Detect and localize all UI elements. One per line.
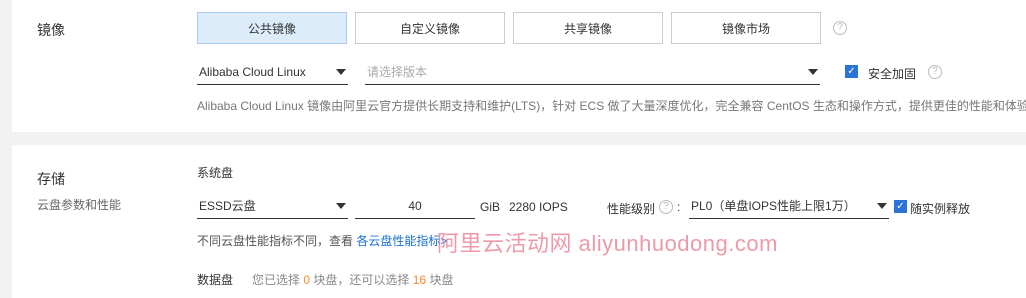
release-label: 随实例释放 — [910, 202, 971, 216]
version-select-placeholder: 请选择版本 — [367, 65, 428, 79]
data-disk-text-2: 块盘，还可以选择 — [313, 273, 410, 287]
storage-subtitle: 云盘参数和性能 — [37, 198, 122, 212]
data-disk-label: 数据盘 — [197, 273, 234, 287]
version-select[interactable]: 请选择版本 — [365, 59, 820, 85]
perf-level-colon: : — [677, 200, 681, 214]
watermark: 阿里云活动网 aliyunhuodong.com — [437, 231, 778, 256]
image-description: Alibaba Cloud Linux 镜像由阿里云官方提供长期支持和维护(LT… — [197, 99, 1026, 113]
tab-custom-image[interactable]: 自定义镜像 — [355, 12, 505, 44]
data-disk-info: 您已选择 0 块盘，还可以选择 16 块盘 — [252, 271, 453, 288]
disk-type-value: ESSD云盘 — [199, 199, 256, 213]
disk-hint-text: 不同云盘性能指标不同，查看 — [197, 234, 354, 248]
security-help-icon[interactable]: ? — [928, 65, 942, 79]
storage-section: 存储 云盘参数和性能 系统盘 ESSD云盘 40 GiB 2280 IOPS 性… — [12, 145, 1026, 298]
perf-level-label: 性能级别 — [607, 202, 656, 216]
disk-iops: 2280 IOPS — [509, 200, 568, 214]
os-select[interactable]: Alibaba Cloud Linux — [197, 59, 348, 85]
os-select-value: Alibaba Cloud Linux — [199, 64, 306, 79]
image-section: 镜像 公共镜像 自定义镜像 共享镜像 镜像市场 ? Alibaba Cloud … — [12, 0, 1026, 132]
security-checkbox[interactable]: ✓ — [845, 65, 858, 78]
data-disk-text-3: 块盘 — [429, 273, 454, 287]
tab-shared-image[interactable]: 共享镜像 — [513, 12, 663, 44]
image-section-title: 镜像 — [37, 22, 65, 38]
tab-image-market[interactable]: 镜像市场 — [671, 12, 821, 44]
data-disk-text-1: 您已选择 — [252, 273, 301, 287]
data-disk-remaining: 16 — [412, 273, 427, 287]
chevron-down-icon — [336, 203, 346, 209]
chevron-down-icon — [808, 69, 818, 75]
image-help-icon[interactable]: ? — [833, 21, 847, 35]
perf-level-value: PL0（单盘IOPS性能上限1万） — [691, 199, 856, 213]
disk-hint-link[interactable]: 各云盘性能指标> — [356, 234, 447, 248]
chevron-down-icon — [877, 203, 887, 209]
storage-section-title: 存储 — [37, 171, 65, 187]
tab-public-image[interactable]: 公共镜像 — [197, 12, 347, 44]
disk-size-input[interactable]: 40 — [355, 193, 475, 219]
perf-level-select[interactable]: PL0（单盘IOPS性能上限1万） — [689, 193, 889, 219]
security-label: 安全加固 — [868, 67, 917, 81]
perf-level-help-icon[interactable]: ? — [659, 200, 673, 214]
chevron-down-icon — [336, 69, 346, 75]
data-disk-selected: 0 — [303, 273, 311, 287]
disk-type-select[interactable]: ESSD云盘 — [197, 193, 348, 219]
release-checkbox[interactable]: ✓ — [894, 200, 907, 213]
system-disk-label: 系统盘 — [197, 166, 234, 180]
disk-size-unit: GiB — [480, 200, 501, 214]
disk-hint: 不同云盘性能指标不同，查看 各云盘性能指标> — [197, 232, 447, 249]
